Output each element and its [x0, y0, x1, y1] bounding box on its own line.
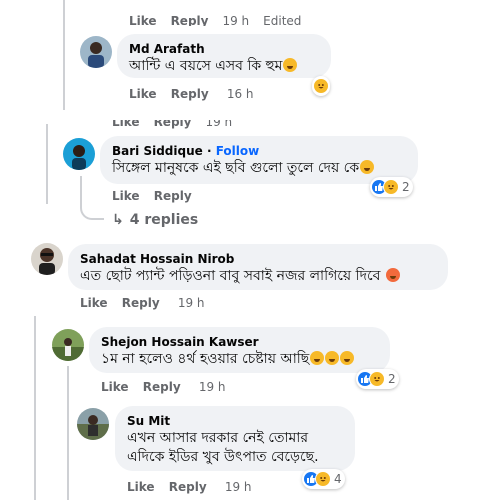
frowning-emoji-icon — [385, 268, 400, 282]
comment-actions: Like Reply 16 h — [129, 87, 254, 101]
reply-button[interactable]: Reply — [169, 480, 207, 494]
haha-icon — [313, 78, 329, 94]
comment-text: আন্টি এ বয়সে এসব কি হুম — [129, 58, 283, 74]
timestamp[interactable]: 19 h — [178, 296, 205, 310]
reaction-summary[interactable] — [312, 76, 330, 96]
separator-dot: · — [206, 144, 212, 158]
timestamp[interactable]: 19 h — [205, 120, 232, 129]
timestamp[interactable]: 19 h — [222, 14, 249, 26]
thread-line — [46, 124, 48, 204]
thread-line — [34, 316, 36, 500]
avatar[interactable] — [31, 243, 63, 275]
view-replies-link[interactable]: ↳ 4 replies — [112, 212, 198, 228]
reply-button[interactable]: Reply — [171, 14, 209, 26]
comment-bubble: Su Mit এখন আসার দরকার নেই তোমার এদিকে ইড… — [115, 406, 355, 471]
comment-text-line: এখন আসার দরকার নেই তোমার — [127, 430, 309, 446]
reaction-summary[interactable]: 2 — [356, 369, 399, 389]
reaction-count: 2 — [402, 180, 410, 194]
follow-button[interactable]: Follow — [216, 144, 260, 158]
comment-actions: Like Reply — [112, 189, 200, 203]
comment-actions: Like Reply 19 h — [80, 296, 205, 310]
comment-text: সিঙ্গেল মানুষকে এই ছবি গুলো তুলে দেয় কে — [112, 160, 360, 176]
avatar[interactable] — [63, 138, 95, 170]
reply-button[interactable]: Reply — [122, 296, 160, 310]
comment-text-line: এদিকে ইডির খুব উৎপাত বেড়েছে. — [127, 449, 319, 465]
comment-bubble: Md Arafath আন্টি এ বয়সে এসব কি হুম — [117, 34, 331, 78]
partial-action-row-mid: Like Reply 19 h — [112, 120, 262, 129]
like-button[interactable]: Like — [80, 296, 108, 310]
haha-icon — [315, 471, 331, 487]
haha-icon — [383, 179, 399, 195]
squinting-laugh-emoji-icon — [325, 351, 340, 365]
like-button[interactable]: Like — [112, 189, 140, 203]
thread-line — [67, 366, 69, 500]
reply-arrow-icon: ↳ — [112, 212, 124, 228]
like-button[interactable]: Like — [129, 87, 157, 101]
timestamp[interactable]: 16 h — [227, 87, 254, 101]
reaction-count: 2 — [388, 372, 396, 386]
reply-button[interactable]: Reply — [143, 380, 181, 394]
comment-author[interactable]: Bari Siddique — [112, 144, 203, 158]
thread-connector — [80, 176, 104, 220]
partial-action-row-top: Like Reply 19 h Edited — [129, 12, 329, 26]
reply-button[interactable]: Reply — [154, 189, 192, 203]
avatar[interactable] — [52, 329, 84, 361]
comment-author[interactable]: Sahadat Hossain Nirob — [80, 251, 436, 267]
edited-label: Edited — [263, 14, 302, 26]
like-button[interactable]: Like — [101, 380, 129, 394]
squinting-laugh-emoji-icon — [340, 351, 355, 365]
comment-author[interactable]: Su Mit — [127, 413, 343, 429]
thread-line — [63, 0, 65, 110]
reaction-count: 4 — [334, 472, 342, 486]
timestamp[interactable]: 19 h — [199, 380, 226, 394]
like-button[interactable]: Like — [129, 14, 157, 26]
comment-text: এত ছোট প্যান্ট পড়িওনা বাবু সবাই নজর লাগ… — [80, 268, 381, 284]
comment-author[interactable]: Md Arafath — [129, 41, 319, 57]
reaction-summary[interactable]: 4 — [302, 469, 345, 489]
haha-icon — [369, 371, 385, 387]
thinking-emoji-icon — [360, 160, 375, 174]
reply-button[interactable]: Reply — [171, 87, 209, 101]
reaction-summary[interactable]: 2 — [370, 177, 413, 197]
avatar[interactable] — [80, 36, 112, 68]
reply-button[interactable]: Reply — [154, 120, 192, 129]
like-button[interactable]: Like — [127, 480, 155, 494]
comment-author[interactable]: Shejon Hossain Kawser — [101, 334, 378, 350]
comment-bubble: Sahadat Hossain Nirob এত ছোট প্যান্ট পড়… — [68, 244, 448, 290]
comment-bubble: Shejon Hossain Kawser ১ম না হলেও ৪র্থ হও… — [89, 327, 390, 373]
like-button[interactable]: Like — [112, 120, 140, 129]
comment-text: ১ম না হলেও ৪র্থ হওয়ার চেষ্টায় আছি — [101, 351, 310, 367]
grinning-emoji-icon — [283, 58, 298, 72]
replies-label[interactable]: 4 replies — [130, 212, 198, 228]
timestamp[interactable]: 19 h — [225, 480, 252, 494]
comment-actions: Like Reply 19 h — [101, 380, 226, 394]
squinting-laugh-emoji-icon — [310, 351, 325, 365]
comment-bubble: Bari Siddique · Follow সিঙ্গেল মানুষকে এ… — [100, 136, 418, 184]
comment-actions: Like Reply 19 h — [127, 480, 252, 494]
avatar[interactable] — [77, 408, 109, 440]
